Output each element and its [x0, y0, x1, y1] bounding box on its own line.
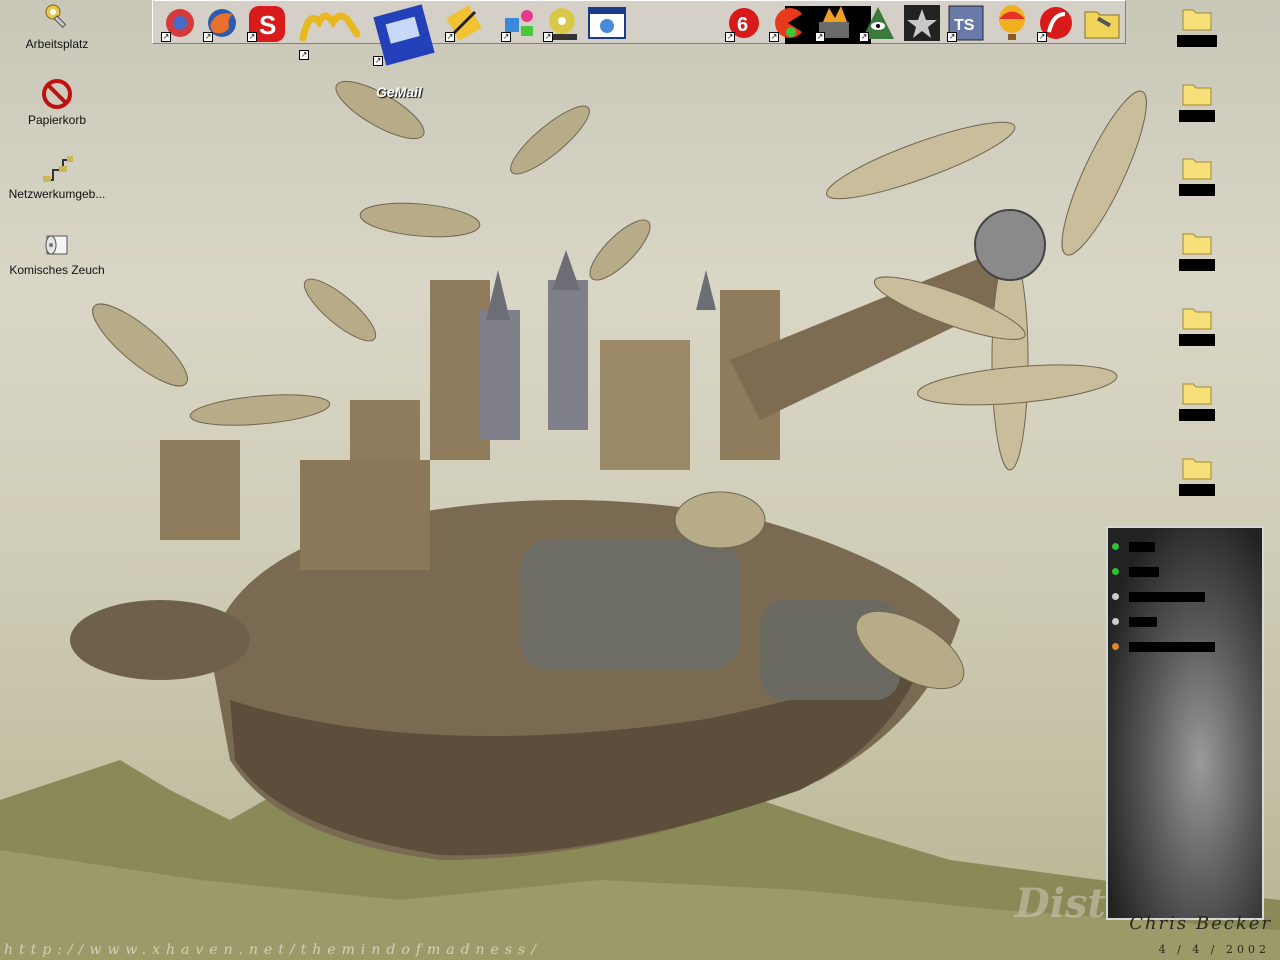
ts-shortcut[interactable]: TS ↗: [947, 4, 985, 42]
buddy-entry[interactable]: [1112, 584, 1262, 609]
folder-label-redacted: ...: [1179, 259, 1215, 271]
desktop-icon-netzwerk[interactable]: Netzwerkumgeb...: [2, 152, 112, 201]
balloon-shortcut[interactable]: [993, 4, 1031, 42]
eye-pyramid-shortcut[interactable]: ↗: [859, 4, 897, 42]
desktop-icon-label: Netzwerkumgeb...: [8, 187, 106, 201]
folder-label-redacted: C...r...s: [1176, 35, 1218, 47]
shortcut-arrow-icon: ↗: [373, 56, 383, 66]
pacman-shortcut[interactable]: ↗: [769, 4, 807, 42]
shortcut-arrow-icon: ↗: [815, 32, 825, 42]
folder-label-redacted: ...: [1179, 334, 1215, 346]
wallpaper: [0, 80, 1280, 960]
shortcut-arrow-icon: ↗: [859, 32, 869, 42]
window-shortcut[interactable]: [587, 4, 626, 42]
toilet-paper-icon: [45, 235, 68, 255]
shortcut-arrow-icon: ↗: [501, 32, 511, 42]
buddy-entry[interactable]: [1112, 559, 1262, 584]
svg-text:6: 6: [737, 14, 748, 36]
six-shortcut[interactable]: 6 ↗: [725, 4, 763, 42]
gemail-label: GeMail: [376, 84, 422, 100]
shortcut-arrow-icon: ↗: [161, 32, 171, 42]
buddy-name-redacted: [1129, 541, 1155, 552]
buddy-entry[interactable]: [1112, 609, 1262, 634]
folder-icon: [1182, 84, 1212, 106]
folder-label-redacted: ...: [1179, 409, 1215, 421]
cd-shortcut[interactable]: ↗: [543, 4, 581, 42]
buddy-list: [1108, 528, 1262, 659]
gemail-shortcut[interactable]: ↗: [373, 4, 435, 66]
network-icon: [43, 156, 73, 182]
desktop-folder[interactable]: ...: [1152, 153, 1242, 196]
shortcut-arrow-icon: ↗: [543, 32, 553, 42]
folder-label-redacted: ...: [1179, 484, 1215, 496]
star-icon: [904, 5, 940, 41]
desktop-icon-label: Arbeitsplatz: [25, 37, 89, 51]
desktop-folder[interactable]: ...: [1152, 228, 1242, 271]
buddy-list-panel: [1106, 526, 1264, 920]
window-icon: [588, 7, 626, 39]
m-app-icon: [299, 12, 361, 42]
desktop-icon-komisches-zeuch[interactable]: Komisches Zeuch: [2, 228, 112, 277]
desktop-icon-label: Komisches Zeuch: [9, 263, 105, 277]
folder-label-redacted: ...: [1179, 184, 1215, 196]
desktop-folder[interactable]: ...: [1152, 303, 1242, 346]
buddy-name-redacted: [1129, 616, 1157, 627]
opera-shortcut[interactable]: ↗: [161, 4, 199, 42]
buddy-entry[interactable]: [1112, 534, 1262, 559]
shortcut-arrow-icon: ↗: [947, 32, 957, 42]
offline-status-icon: [1112, 618, 1119, 625]
m-app-shortcut[interactable]: ↗: [299, 4, 361, 66]
buddy-name-redacted: [1129, 591, 1205, 602]
folder-icon: [1182, 9, 1212, 31]
keys-icon: [45, 4, 67, 29]
shortcut-arrow-icon: ↗: [445, 32, 455, 42]
desktop-icon-label: Papierkorb: [27, 113, 87, 127]
wallpaper-url-text: http://www.xhaven.net/themindofmadness/: [4, 942, 542, 958]
svg-text:S: S: [259, 10, 276, 40]
wallpaper-signature: Chris Becker: [1129, 913, 1272, 934]
star-shortcut[interactable]: [903, 4, 941, 42]
away-status-icon: [1112, 643, 1119, 650]
folder-icon: [1182, 158, 1212, 180]
shortcut-arrow-icon: ↗: [725, 32, 735, 42]
offline-status-icon: [1112, 593, 1119, 600]
folder-icon: [1182, 383, 1212, 405]
no-entry-icon: [42, 79, 72, 109]
s-app-shortcut[interactable]: S ↗: [247, 4, 285, 42]
paint-shortcut[interactable]: ↗: [445, 4, 483, 42]
shortcut-arrow-icon: ↗: [203, 32, 213, 42]
online-status-icon: [1112, 543, 1119, 550]
shortcut-arrow-icon: ↗: [769, 32, 779, 42]
folder-label-redacted: ...: [1179, 110, 1215, 122]
online-status-icon: [1112, 568, 1119, 575]
folder-tools-icon: [1084, 11, 1120, 39]
firefox-shortcut[interactable]: ↗: [203, 4, 241, 42]
shortcut-arrow-icon: ↗: [1037, 32, 1047, 42]
folder-tools-shortcut[interactable]: [1083, 4, 1121, 42]
svg-text:TS: TS: [954, 17, 975, 34]
folder-icon: [1182, 308, 1212, 330]
flash-shortcut[interactable]: ↗: [1037, 4, 1075, 42]
desktop-folder[interactable]: C...r...s: [1152, 4, 1242, 47]
folder-icon: [1182, 458, 1212, 480]
balloon-icon: [999, 5, 1025, 40]
desktop-icon-arbeitsplatz[interactable]: Arbeitsplatz: [2, 2, 112, 51]
shortcut-arrow-icon: ↗: [299, 50, 309, 60]
shortcut-arrow-icon: ↗: [247, 32, 257, 42]
quick-launch-bar: ↗ ↗ S ↗ ↗ ↗ ↗ ↗ ↗ 6 ↗ ↗ ↗ ↗ TS ↗ ↗: [152, 0, 1126, 66]
buddy-name-redacted: [1129, 641, 1215, 652]
desktop-folder[interactable]: ...: [1152, 79, 1242, 122]
desktop-folder[interactable]: ...: [1152, 378, 1242, 421]
media-shortcut[interactable]: ↗: [501, 4, 539, 42]
buddy-entry[interactable]: [1112, 634, 1262, 659]
tools-shortcut[interactable]: ↗: [815, 4, 853, 42]
desktop-icon-papierkorb[interactable]: Papierkorb: [2, 78, 112, 127]
folder-icon: [1182, 233, 1212, 255]
desktop-folder[interactable]: ...: [1152, 453, 1242, 496]
wallpaper-date: 4 / 4 / 2002: [1158, 943, 1270, 956]
buddy-name-redacted: [1129, 566, 1159, 577]
